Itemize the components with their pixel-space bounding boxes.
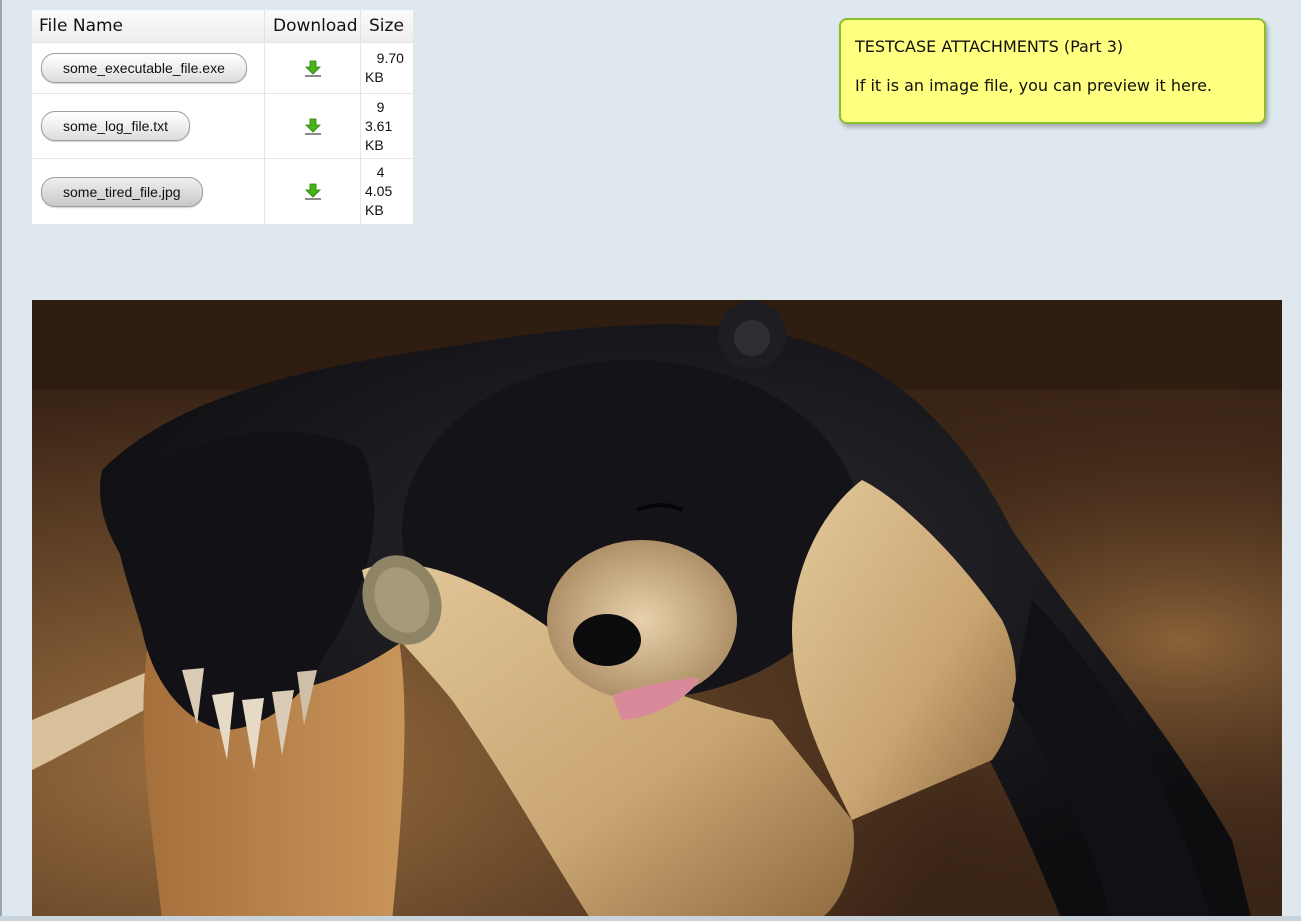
note-body: If it is an image file, you can preview … bbox=[855, 76, 1213, 95]
file-size: 9.70 KB bbox=[365, 50, 404, 85]
file-name-cell: some_executable_file.exe bbox=[32, 42, 265, 94]
download-cell bbox=[264, 93, 361, 159]
file-name-button[interactable]: some_log_file.txt bbox=[41, 111, 191, 141]
bear-photo bbox=[32, 300, 1282, 921]
note-title: TESTCASE ATTACHMENTS (Part 3) bbox=[855, 37, 1124, 56]
file-size: 4 4.05 KB bbox=[365, 164, 393, 218]
table-header-row: File Name Download Size bbox=[32, 10, 413, 43]
file-name-cell: some_tired_file.jpg bbox=[32, 158, 265, 224]
file-name-button[interactable]: some_executable_file.exe bbox=[41, 53, 247, 83]
window-bottom-border bbox=[0, 916, 1301, 921]
attachments-note: TESTCASE ATTACHMENTS (Part 3) If it is a… bbox=[839, 18, 1266, 124]
image-preview bbox=[32, 300, 1282, 921]
file-size: 9 3.61 KB bbox=[365, 98, 393, 153]
download-arrow-icon[interactable] bbox=[304, 118, 322, 136]
table-row: some_tired_file.jpg 4 4.05 KB bbox=[32, 158, 413, 224]
download-arrow-icon[interactable] bbox=[304, 60, 322, 78]
attachments-table: File Name Download Size some_executable_… bbox=[32, 10, 413, 224]
download-cell bbox=[264, 158, 361, 224]
column-header-size: Size bbox=[360, 10, 413, 43]
download-cell bbox=[264, 42, 361, 94]
size-cell: 9.70 KB bbox=[360, 42, 413, 94]
file-name-cell: some_log_file.txt bbox=[32, 93, 265, 159]
table-row: some_executable_file.exe 9.70 KB bbox=[32, 42, 413, 94]
window-left-border bbox=[0, 0, 2, 921]
file-name-button[interactable]: some_tired_file.jpg bbox=[41, 176, 203, 207]
download-arrow-icon[interactable] bbox=[304, 183, 322, 201]
size-cell: 4 4.05 KB bbox=[360, 158, 413, 224]
column-header-download: Download bbox=[264, 10, 361, 43]
table-row: some_log_file.txt 9 3.61 KB bbox=[32, 93, 413, 159]
column-header-file-name: File Name bbox=[32, 10, 265, 43]
size-cell: 9 3.61 KB bbox=[360, 93, 413, 159]
